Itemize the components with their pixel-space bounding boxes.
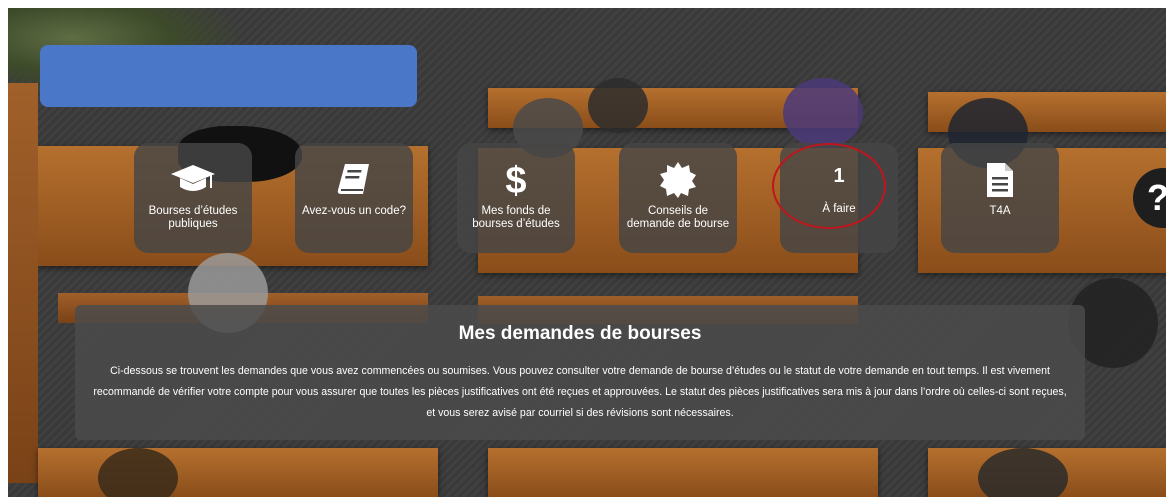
- tile-my-funds[interactable]: $ Mes fonds de bourses d’études: [457, 143, 575, 253]
- dollar-icon: $: [503, 160, 529, 200]
- highlight-ring: [772, 143, 886, 229]
- tile-label: T4A: [989, 205, 1011, 217]
- tile-have-code[interactable]: Avez-vous un code?: [295, 143, 413, 253]
- help-icon: ?: [1147, 177, 1166, 219]
- panel-description: Ci-dessous se trouvent les demandes que …: [93, 365, 1067, 419]
- bg-table: [488, 448, 878, 497]
- bg-bench: [8, 83, 38, 483]
- tile-public-scholarships[interactable]: Bourses d’études publiques: [134, 143, 252, 253]
- bg-person: [783, 78, 863, 148]
- tile-application-tips[interactable]: Conseils de demande de bourse: [619, 143, 737, 253]
- document-icon: [985, 161, 1015, 199]
- tile-t4a[interactable]: T4A: [941, 143, 1059, 253]
- redacted-banner: [40, 45, 417, 107]
- graduation-cap-icon: [170, 161, 216, 199]
- book-icon: [337, 161, 371, 199]
- bg-person: [588, 78, 648, 133]
- svg-text:$: $: [505, 160, 526, 200]
- tile-label: Avez-vous un code?: [302, 205, 406, 217]
- applications-panel: Mes demandes de bourses Ci-dessous se tr…: [75, 305, 1085, 440]
- panel-title: Mes demandes de bourses: [458, 323, 702, 344]
- tile-label: Conseils de demande de bourse: [626, 205, 730, 230]
- badge-icon: [659, 161, 697, 199]
- tile-label: Mes fonds de bourses d’études: [472, 205, 560, 230]
- tile-label: Bourses d’études publiques: [148, 205, 238, 230]
